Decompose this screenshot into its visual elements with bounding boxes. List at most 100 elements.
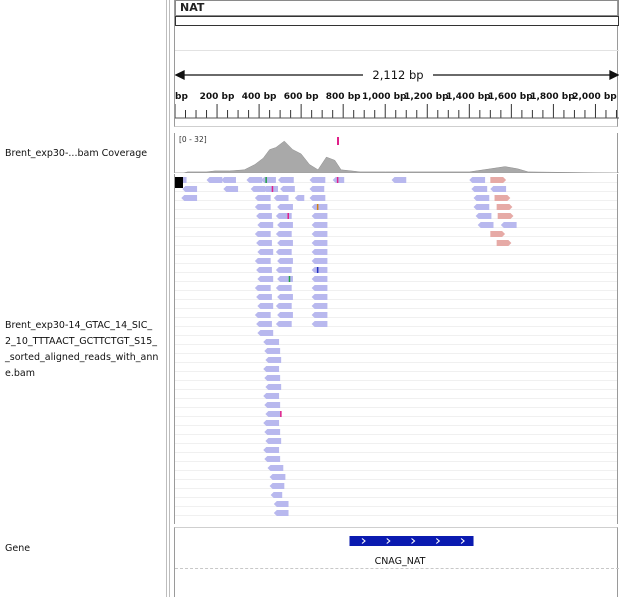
aligned-read[interactable] (264, 375, 281, 381)
aligned-read[interactable] (494, 195, 511, 201)
aligned-read[interactable] (277, 294, 293, 300)
gene-track[interactable]: CNAG_NAT (174, 527, 619, 597)
aligned-read[interactable] (275, 267, 292, 273)
aligned-read[interactable] (311, 267, 328, 273)
aligned-read[interactable] (273, 501, 289, 507)
aligned-read[interactable] (275, 303, 292, 309)
aligned-read[interactable] (254, 231, 271, 237)
panel-divider[interactable] (169, 0, 170, 597)
aligned-read[interactable] (311, 285, 328, 291)
aligned-read[interactable] (254, 204, 271, 210)
aligned-read[interactable] (490, 186, 507, 192)
aligned-read[interactable] (263, 420, 280, 426)
aligned-read[interactable] (277, 240, 293, 246)
aligned-read[interactable] (311, 321, 328, 327)
aligned-read[interactable] (311, 231, 328, 237)
aligned-read[interactable] (257, 222, 274, 228)
aligned-read[interactable] (275, 231, 292, 237)
aligned-read[interactable] (500, 222, 517, 228)
aligned-read[interactable] (223, 186, 239, 192)
aligned-read[interactable] (221, 177, 236, 183)
aligned-read[interactable] (269, 483, 285, 489)
aligned-read[interactable] (265, 438, 282, 444)
aligned-read[interactable] (263, 339, 280, 345)
aligned-read[interactable] (277, 222, 293, 228)
aligned-read[interactable] (257, 249, 274, 255)
aligned-read[interactable] (496, 204, 513, 210)
aligned-read[interactable] (273, 510, 289, 516)
aligned-read[interactable] (311, 222, 328, 228)
aligned-read[interactable] (275, 285, 292, 291)
aligned-read[interactable] (311, 213, 328, 219)
panel-divider[interactable] (166, 0, 167, 597)
aligned-read[interactable] (254, 285, 271, 291)
aligned-read[interactable] (206, 177, 223, 183)
aligned-read[interactable] (263, 186, 279, 192)
aligned-read[interactable] (309, 195, 326, 201)
aligned-read[interactable] (391, 177, 407, 183)
aligned-read[interactable] (309, 177, 326, 183)
aligned-read[interactable] (181, 195, 198, 201)
aligned-read[interactable] (277, 258, 293, 264)
aligned-read[interactable] (275, 249, 292, 255)
aligned-read[interactable] (477, 222, 494, 228)
aligned-read[interactable] (277, 204, 293, 210)
aligned-read[interactable] (497, 213, 514, 219)
aligned-read[interactable] (256, 240, 272, 246)
aligned-read[interactable] (257, 330, 274, 336)
aligned-read[interactable] (256, 321, 272, 327)
aligned-read[interactable] (311, 240, 328, 246)
gene-feature[interactable] (349, 536, 474, 546)
aligned-read[interactable] (469, 177, 486, 183)
aligned-read[interactable] (496, 240, 512, 246)
aligned-read[interactable] (311, 258, 328, 264)
aligned-read[interactable] (254, 312, 271, 318)
aligned-read[interactable] (257, 303, 274, 309)
aligned-read[interactable] (264, 348, 281, 354)
aligned-read[interactable] (250, 186, 266, 192)
aligned-read[interactable] (246, 177, 263, 183)
aligned-read[interactable] (273, 195, 289, 201)
aligned-read[interactable] (311, 303, 328, 309)
aligned-read[interactable] (475, 213, 492, 219)
aligned-read[interactable] (256, 213, 272, 219)
aligned-read[interactable] (256, 294, 272, 300)
aligned-read[interactable] (265, 411, 282, 417)
aligned-read[interactable] (265, 384, 282, 390)
aligned-read[interactable] (275, 321, 292, 327)
aligned-read[interactable] (270, 492, 283, 498)
aligned-read[interactable] (490, 177, 507, 183)
aligned-read[interactable] (254, 258, 271, 264)
gene-track-name[interactable]: Gene (5, 541, 30, 557)
aligned-read[interactable] (294, 195, 305, 201)
aligned-read[interactable] (473, 195, 490, 201)
aligned-read[interactable] (278, 177, 294, 183)
alignment-track-name[interactable]: Brent_exp30-14_GTAC_14_SIC_ 2_10_TTTAACT… (5, 318, 158, 382)
aligned-read[interactable] (311, 294, 328, 300)
aligned-read[interactable] (264, 429, 281, 435)
alignment-track[interactable] (174, 174, 618, 524)
aligned-read[interactable] (261, 177, 276, 183)
aligned-read[interactable] (471, 186, 488, 192)
aligned-read[interactable] (263, 393, 280, 399)
aligned-read[interactable] (182, 186, 198, 192)
aligned-read[interactable] (267, 465, 284, 471)
aligned-read[interactable] (311, 249, 328, 255)
aligned-read[interactable] (263, 366, 280, 372)
aligned-read[interactable] (256, 267, 272, 273)
aligned-read[interactable] (265, 357, 282, 363)
aligned-read[interactable] (263, 447, 280, 453)
aligned-read[interactable] (275, 213, 292, 219)
aligned-read[interactable] (264, 456, 281, 462)
aligned-read[interactable] (254, 195, 271, 201)
aligned-read[interactable] (332, 177, 345, 183)
aligned-read[interactable] (311, 204, 328, 210)
coverage-track[interactable]: [0 - 32] (174, 133, 619, 173)
aligned-read[interactable] (311, 312, 328, 318)
aligned-read[interactable] (257, 276, 274, 282)
aligned-read[interactable] (473, 204, 490, 210)
aligned-read[interactable] (311, 276, 328, 282)
aligned-read[interactable] (490, 231, 506, 237)
aligned-read[interactable] (280, 186, 295, 192)
aligned-read[interactable] (277, 276, 293, 282)
